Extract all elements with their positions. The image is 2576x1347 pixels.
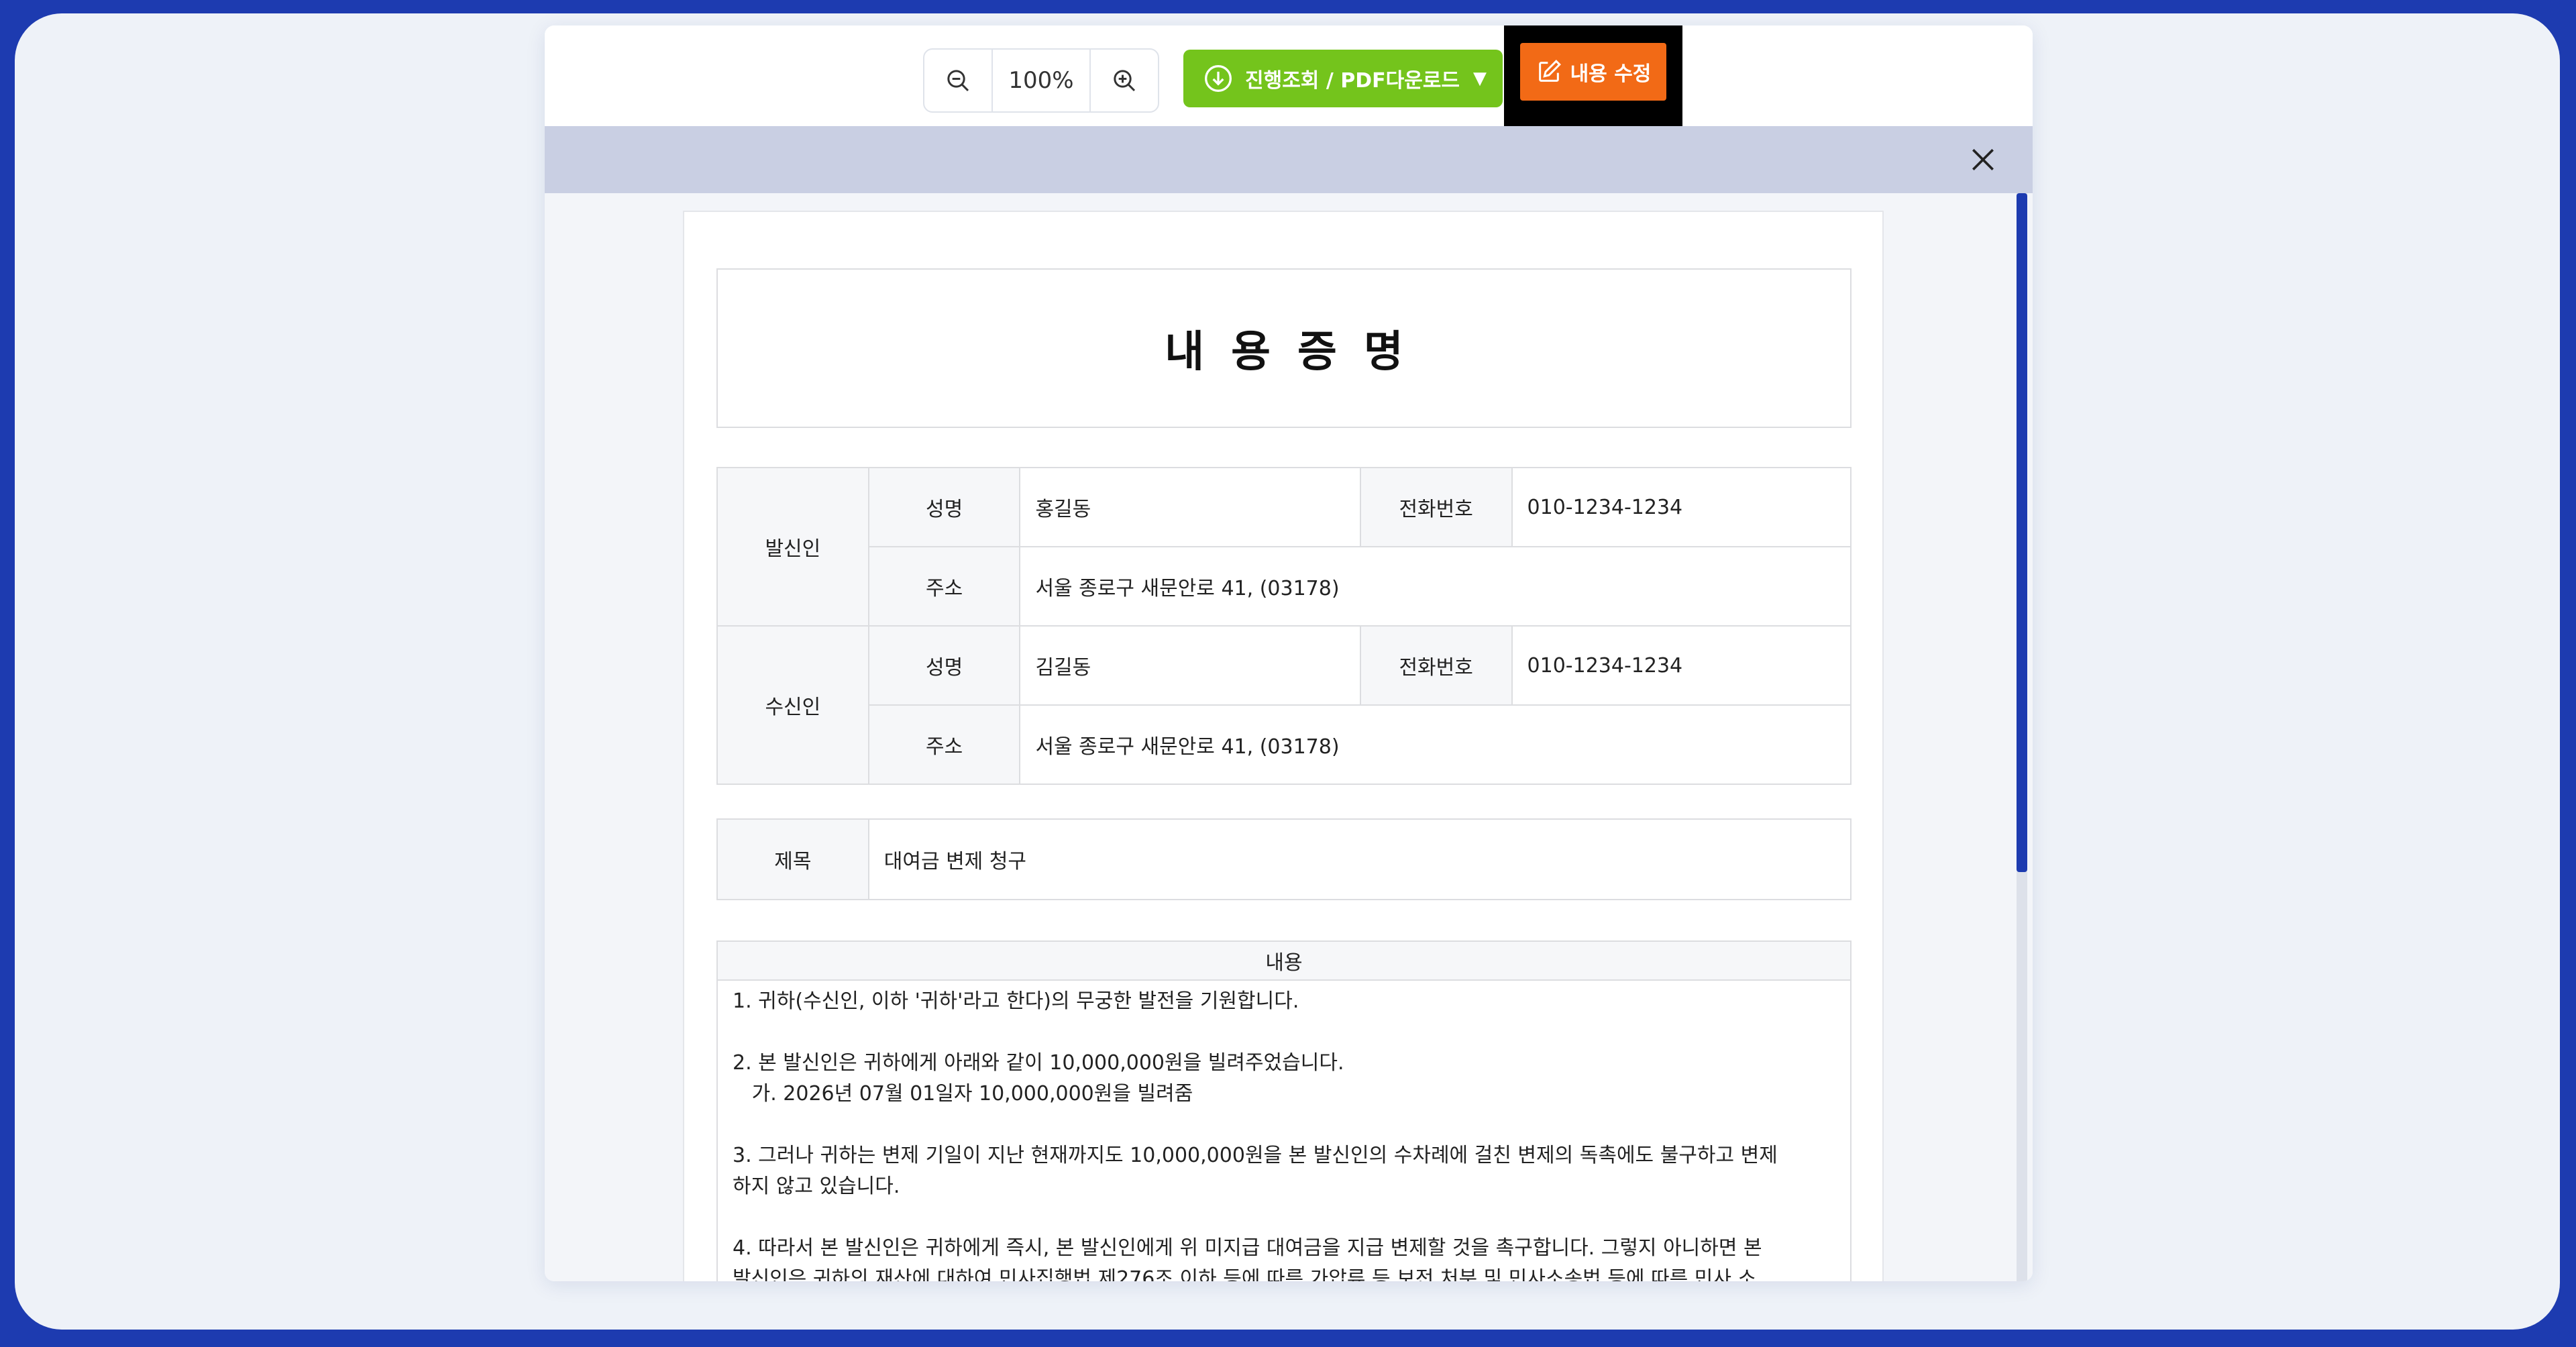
recipient-name-label: 성명 bbox=[867, 625, 1021, 706]
close-icon[interactable] bbox=[1968, 145, 1998, 174]
sender-address-label: 주소 bbox=[867, 546, 1021, 627]
recipient-phone-label: 전화번호 bbox=[1359, 625, 1513, 706]
content-line: 3. 그러나 귀하는 변제 기일이 지난 현재까지도 10,000,000원을 … bbox=[733, 1144, 1778, 1167]
content-label: 내용 bbox=[718, 942, 1850, 981]
table-row: 수신인 성명 김길동 전화번호 010-1234-1234 bbox=[716, 625, 1852, 785]
subject-value: 대여금 변제 청구 bbox=[867, 818, 1852, 900]
download-button-label: 진행조회 / PDF다운로드 bbox=[1245, 69, 1460, 93]
sender-phone-label: 전화번호 bbox=[1359, 467, 1513, 547]
table-row: 발신인 성명 홍길동 전화번호 010-1234-1234 bbox=[716, 467, 1852, 627]
sender-address: 서울 종로구 새문안로 41, (03178) bbox=[1019, 546, 1851, 627]
app-frame: 100% 진행조회 / PDF다운로드 ▼ 내용 수정 내용증명 발신인 성명 … bbox=[15, 13, 2560, 1330]
table-row: 주소 서울 종로구 새문안로 41, (03178) bbox=[717, 704, 1851, 785]
party-info-table: 발신인 성명 홍길동 전화번호 010-1234-1234 주소 서울 종로구 … bbox=[716, 467, 1852, 785]
scrollbar-thumb[interactable] bbox=[2017, 193, 2027, 872]
content-line: 4. 따라서 본 발신인은 귀하에게 즉시, 본 발신인에게 위 미지급 대여금… bbox=[733, 1236, 1762, 1260]
recipient-phone: 010-1234-1234 bbox=[1511, 625, 1852, 706]
recipient-address: 서울 종로구 새문안로 41, (03178) bbox=[1019, 704, 1851, 785]
content-body: 1. 귀하(수신인, 이하 '귀하'라고 한다)의 무궁한 발전을 기원합니다.… bbox=[718, 981, 1850, 1281]
zoom-out-icon bbox=[947, 70, 969, 92]
zoom-in-button[interactable] bbox=[1091, 50, 1158, 111]
sender-phone: 010-1234-1234 bbox=[1511, 467, 1852, 547]
viewer-header-bar bbox=[545, 126, 2033, 193]
content-line bbox=[733, 1202, 1845, 1233]
table-row: 주소 서울 종로구 새문안로 41, (03178) bbox=[717, 546, 1851, 627]
sender-group-label: 발신인 bbox=[716, 467, 869, 627]
zoom-in-icon bbox=[1114, 70, 1136, 92]
content-section: 내용 1. 귀하(수신인, 이하 '귀하'라고 한다)의 무궁한 발전을 기원합… bbox=[716, 940, 1851, 1281]
table-row: 제목 대여금 변제 청구 bbox=[716, 818, 1852, 900]
content-line: 발신인은 귀하의 재산에 대하여 민사집행법 제276조 이하 등에 따른 가압… bbox=[733, 1267, 1757, 1281]
edit-content-button[interactable]: 내용 수정 bbox=[1520, 43, 1666, 101]
document-title: 내용증명 bbox=[1165, 327, 1430, 377]
sender-name-label: 성명 bbox=[867, 467, 1021, 547]
document-viewer-window: 100% 진행조회 / PDF다운로드 ▼ 내용 수정 내용증명 발신인 성명 … bbox=[545, 25, 2033, 1281]
subject-table: 제목 대여금 변제 청구 bbox=[716, 818, 1852, 900]
content-line bbox=[733, 1110, 1845, 1140]
recipient-address-label: 주소 bbox=[867, 704, 1021, 785]
recipient-group-label: 수신인 bbox=[716, 625, 869, 785]
progress-pdf-download-button[interactable]: 진행조회 / PDF다운로드 ▼ bbox=[1183, 50, 1503, 107]
recipient-name: 김길동 bbox=[1019, 625, 1361, 706]
zoom-control: 100% bbox=[923, 48, 1159, 113]
download-icon bbox=[1205, 65, 1232, 92]
content-line: 가. 2026년 07월 01일자 10,000,000원을 빌려줌 bbox=[733, 1082, 1193, 1106]
document-title-box: 내용증명 bbox=[716, 268, 1851, 428]
edit-icon bbox=[1538, 60, 1561, 82]
zoom-out-button[interactable] bbox=[924, 50, 991, 111]
vertical-scrollbar[interactable] bbox=[2017, 193, 2027, 1281]
content-line bbox=[733, 1017, 1845, 1048]
toolbar: 100% 진행조회 / PDF다운로드 ▼ 내용 수정 bbox=[545, 25, 2033, 126]
document-scroll-area[interactable]: 내용증명 발신인 성명 홍길동 전화번호 010-1234-1234 주소 서울… bbox=[545, 193, 2033, 1281]
edit-button-highlight: 내용 수정 bbox=[1504, 25, 1682, 126]
subject-label: 제목 bbox=[716, 818, 869, 900]
sender-name: 홍길동 bbox=[1019, 467, 1361, 547]
dropdown-caret-icon: ▼ bbox=[1473, 68, 1487, 89]
edit-button-label: 내용 수정 bbox=[1570, 62, 1652, 86]
content-line: 1. 귀하(수신인, 이하 '귀하'라고 한다)의 무궁한 발전을 기원합니다. bbox=[733, 989, 1299, 1013]
document-page: 내용증명 발신인 성명 홍길동 전화번호 010-1234-1234 주소 서울… bbox=[683, 211, 1884, 1281]
zoom-level: 100% bbox=[991, 50, 1091, 111]
content-line: 하지 않고 있습니다. bbox=[733, 1175, 900, 1198]
content-line: 2. 본 발신인은 귀하에게 아래와 같이 10,000,000원을 빌려주었습… bbox=[733, 1051, 1344, 1075]
